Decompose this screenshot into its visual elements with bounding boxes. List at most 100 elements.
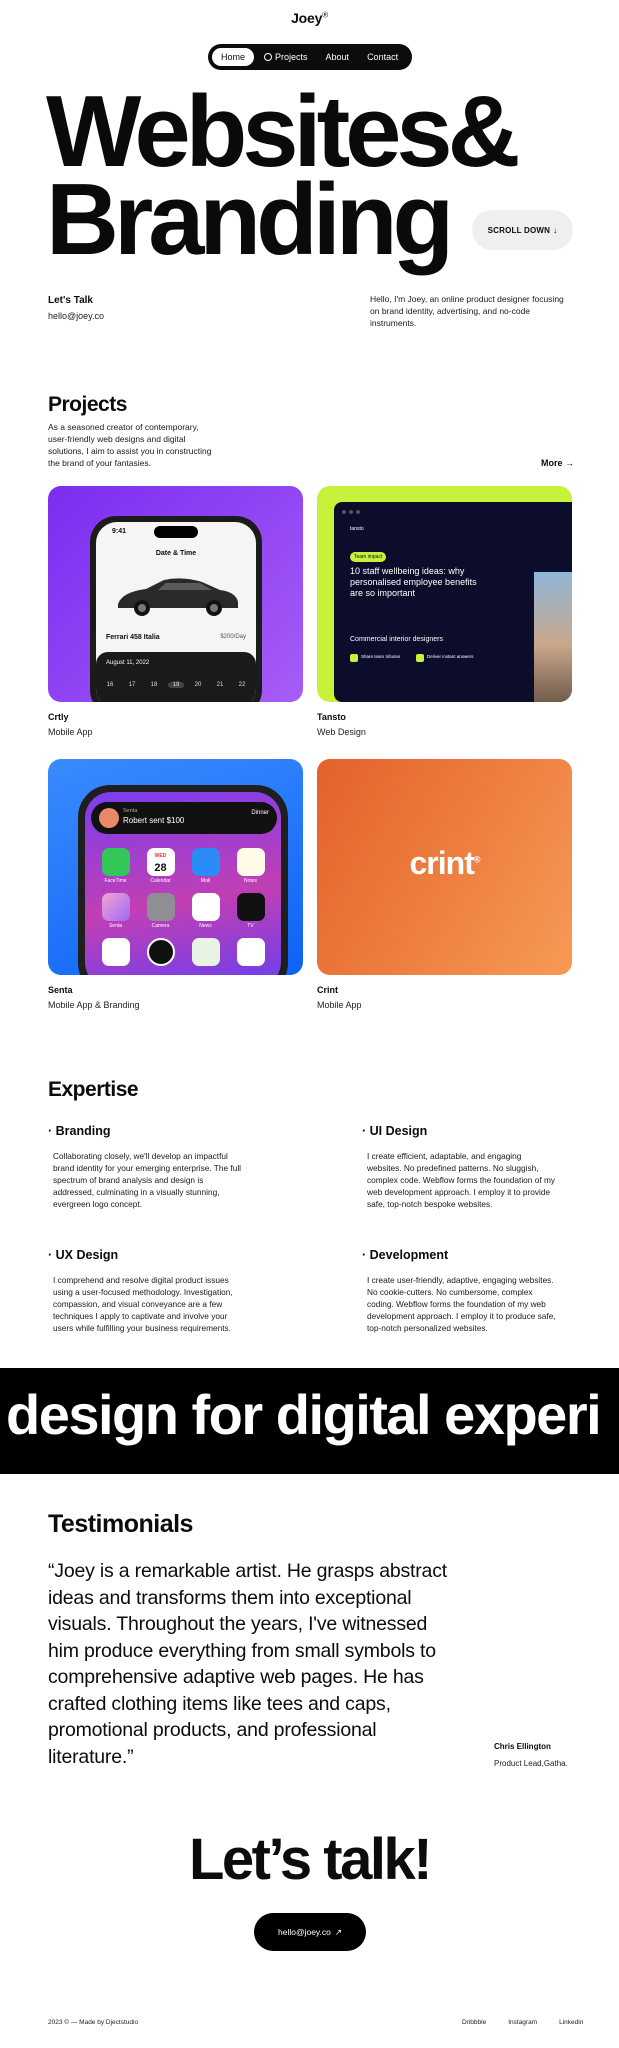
- mock-subtitle: Commercial interior designers: [350, 636, 443, 643]
- main-nav: Home Projects About Contact: [208, 44, 412, 70]
- footer-link-linkedin[interactable]: Linkedin: [559, 2019, 583, 2026]
- projects-title: Projects: [48, 393, 127, 416]
- crint-logo-mark: ®: [473, 854, 481, 865]
- project-type: Mobile App & Branding: [48, 1000, 140, 1010]
- expertise-item: · Branding: [48, 1124, 111, 1138]
- expertise-text: I comprehend and resolve digital product…: [53, 1275, 233, 1333]
- senta-icon: [101, 893, 130, 921]
- phone-screen: Senta Robert sent $100 Dinner FaceTime W…: [85, 792, 281, 975]
- mock-feature: Share team tributes: [350, 654, 400, 662]
- nav-projects-label: Projects: [275, 52, 308, 62]
- app-label: Senta: [108, 923, 123, 929]
- phone-screen: 9:41 Date & Time Ferrari 458 Italia $200…: [96, 522, 256, 702]
- expertise-heading-text: UI Design: [369, 1124, 428, 1138]
- app-icon: News: [183, 893, 228, 929]
- marquee-banner: design for digital experi: [0, 1368, 619, 1474]
- app-icon: Senta: [93, 893, 138, 929]
- hero-line-2: Branding: [46, 164, 454, 276]
- app-icon: Mail: [183, 848, 228, 884]
- project-name[interactable]: Tansto: [317, 712, 346, 722]
- notification-side: Dinner: [251, 810, 269, 816]
- nav-contact[interactable]: Contact: [358, 47, 407, 67]
- hero-heading: Websites& Branding: [46, 82, 521, 276]
- window-dots: [342, 510, 360, 514]
- car-illustration: [118, 578, 238, 616]
- mock-title: 10 staff wellbeing ideas: why personalis…: [350, 566, 477, 598]
- phone-mockup: 9:41 Date & Time Ferrari 458 Italia $200…: [90, 516, 262, 702]
- bullet: ·: [362, 1124, 367, 1138]
- date-picker: August 11, 2022 16 17 18 19 20 21 22: [96, 652, 256, 702]
- arrow-down-icon: ↓: [553, 225, 558, 235]
- feature-icon: [350, 654, 358, 662]
- expertise-heading: · UX Design: [48, 1248, 118, 1262]
- cta-heading: Let’s talk!: [188, 1827, 433, 1892]
- more-label: More: [541, 458, 563, 468]
- website-mockup: tansto Team impact 10 staff wellbeing id…: [334, 502, 572, 702]
- day-row: 16 17 18 19 20 21 22: [102, 682, 250, 688]
- scroll-down-label: SCROLL DOWN: [487, 225, 551, 235]
- expertise-heading: · Branding: [48, 1124, 111, 1138]
- expertise-title: Expertise: [48, 1078, 139, 1101]
- project-card-crtly[interactable]: 9:41 Date & Time Ferrari 458 Italia $200…: [48, 486, 303, 702]
- notes-icon: [236, 848, 265, 876]
- expertise-heading-text: Branding: [55, 1124, 111, 1138]
- day: 16: [106, 682, 114, 688]
- footer-link-instagram[interactable]: Instagram: [508, 2019, 537, 2026]
- email-button[interactable]: hello@joey.co ↗: [254, 1913, 366, 1951]
- day-selected: 19: [168, 682, 184, 688]
- nav-about[interactable]: About: [317, 47, 359, 67]
- projects-description: As a seasoned creator of contemporary, u…: [48, 422, 212, 468]
- marquee-text: design for digital experi: [6, 1383, 602, 1446]
- avatar: [99, 808, 119, 828]
- crint-logo-text: crint: [409, 845, 475, 881]
- project-card-tansto[interactable]: tansto Team impact 10 staff wellbeing id…: [317, 486, 572, 702]
- app-label: FaceTime: [104, 878, 127, 884]
- news-icon: [191, 893, 220, 921]
- footer-link-dribbble[interactable]: Dribbble: [462, 2019, 486, 2026]
- testimonials-title: Testimonials: [48, 1510, 193, 1538]
- dynamic-island: [154, 526, 198, 538]
- project-type: Web Design: [317, 727, 366, 737]
- project-card-senta[interactable]: Senta Robert sent $100 Dinner FaceTime W…: [48, 759, 303, 975]
- footer-links: Dribbble Instagram Linkedin: [462, 2019, 583, 2026]
- mock-brand: tansto: [350, 526, 364, 532]
- day: 18: [150, 682, 158, 688]
- project-name[interactable]: Senta: [48, 985, 73, 995]
- nav-home[interactable]: Home: [211, 47, 256, 67]
- app-icon: [228, 938, 273, 966]
- app-icon: WED 28 Calendar: [138, 848, 183, 884]
- app-label: TV: [247, 923, 254, 929]
- crint-logo: crint®: [317, 845, 572, 882]
- email-button-label: hello@joey.co: [277, 1927, 331, 1937]
- health-icon: [236, 938, 265, 966]
- project-card-crint[interactable]: crint®: [317, 759, 572, 975]
- app-icon: FaceTime: [93, 848, 138, 884]
- feature-icon: [416, 654, 424, 662]
- bullet: ·: [48, 1248, 53, 1262]
- arrow-right-icon: →: [565, 458, 575, 468]
- app-label: News: [199, 923, 212, 929]
- maps-icon: [191, 938, 220, 966]
- notification: Senta Robert sent $100 Dinner: [91, 802, 277, 834]
- lets-talk-label: Let's Talk: [48, 295, 93, 306]
- camera-icon: [146, 893, 175, 921]
- logo-mark: ®: [322, 10, 328, 20]
- contact-email-link[interactable]: hello@joey.co: [48, 311, 104, 321]
- expertise-text: Collaborating closely, we'll develop an …: [53, 1151, 242, 1209]
- more-projects-link[interactable]: More →: [541, 458, 574, 468]
- notification-app: Senta: [123, 808, 138, 814]
- mail-icon: [191, 848, 220, 876]
- app-grid: FaceTime WED 28 Calendar Mail Notes Senta …: [93, 848, 273, 966]
- scroll-down-button[interactable]: SCROLL DOWN ↓: [472, 210, 573, 250]
- clock-icon: [146, 938, 175, 966]
- project-name[interactable]: Crtly: [48, 712, 69, 722]
- calendar-icon: WED 28: [146, 848, 175, 876]
- project-name[interactable]: Crint: [317, 985, 338, 995]
- day: 21: [216, 682, 224, 688]
- site-logo[interactable]: Joey®: [0, 10, 619, 26]
- app-icon: Camera: [138, 893, 183, 929]
- phone-mockup: Senta Robert sent $100 Dinner FaceTime W…: [78, 785, 288, 975]
- expertise-item: · UX Design: [48, 1248, 118, 1262]
- bullet: ·: [48, 1124, 53, 1138]
- nav-projects[interactable]: Projects: [255, 47, 317, 67]
